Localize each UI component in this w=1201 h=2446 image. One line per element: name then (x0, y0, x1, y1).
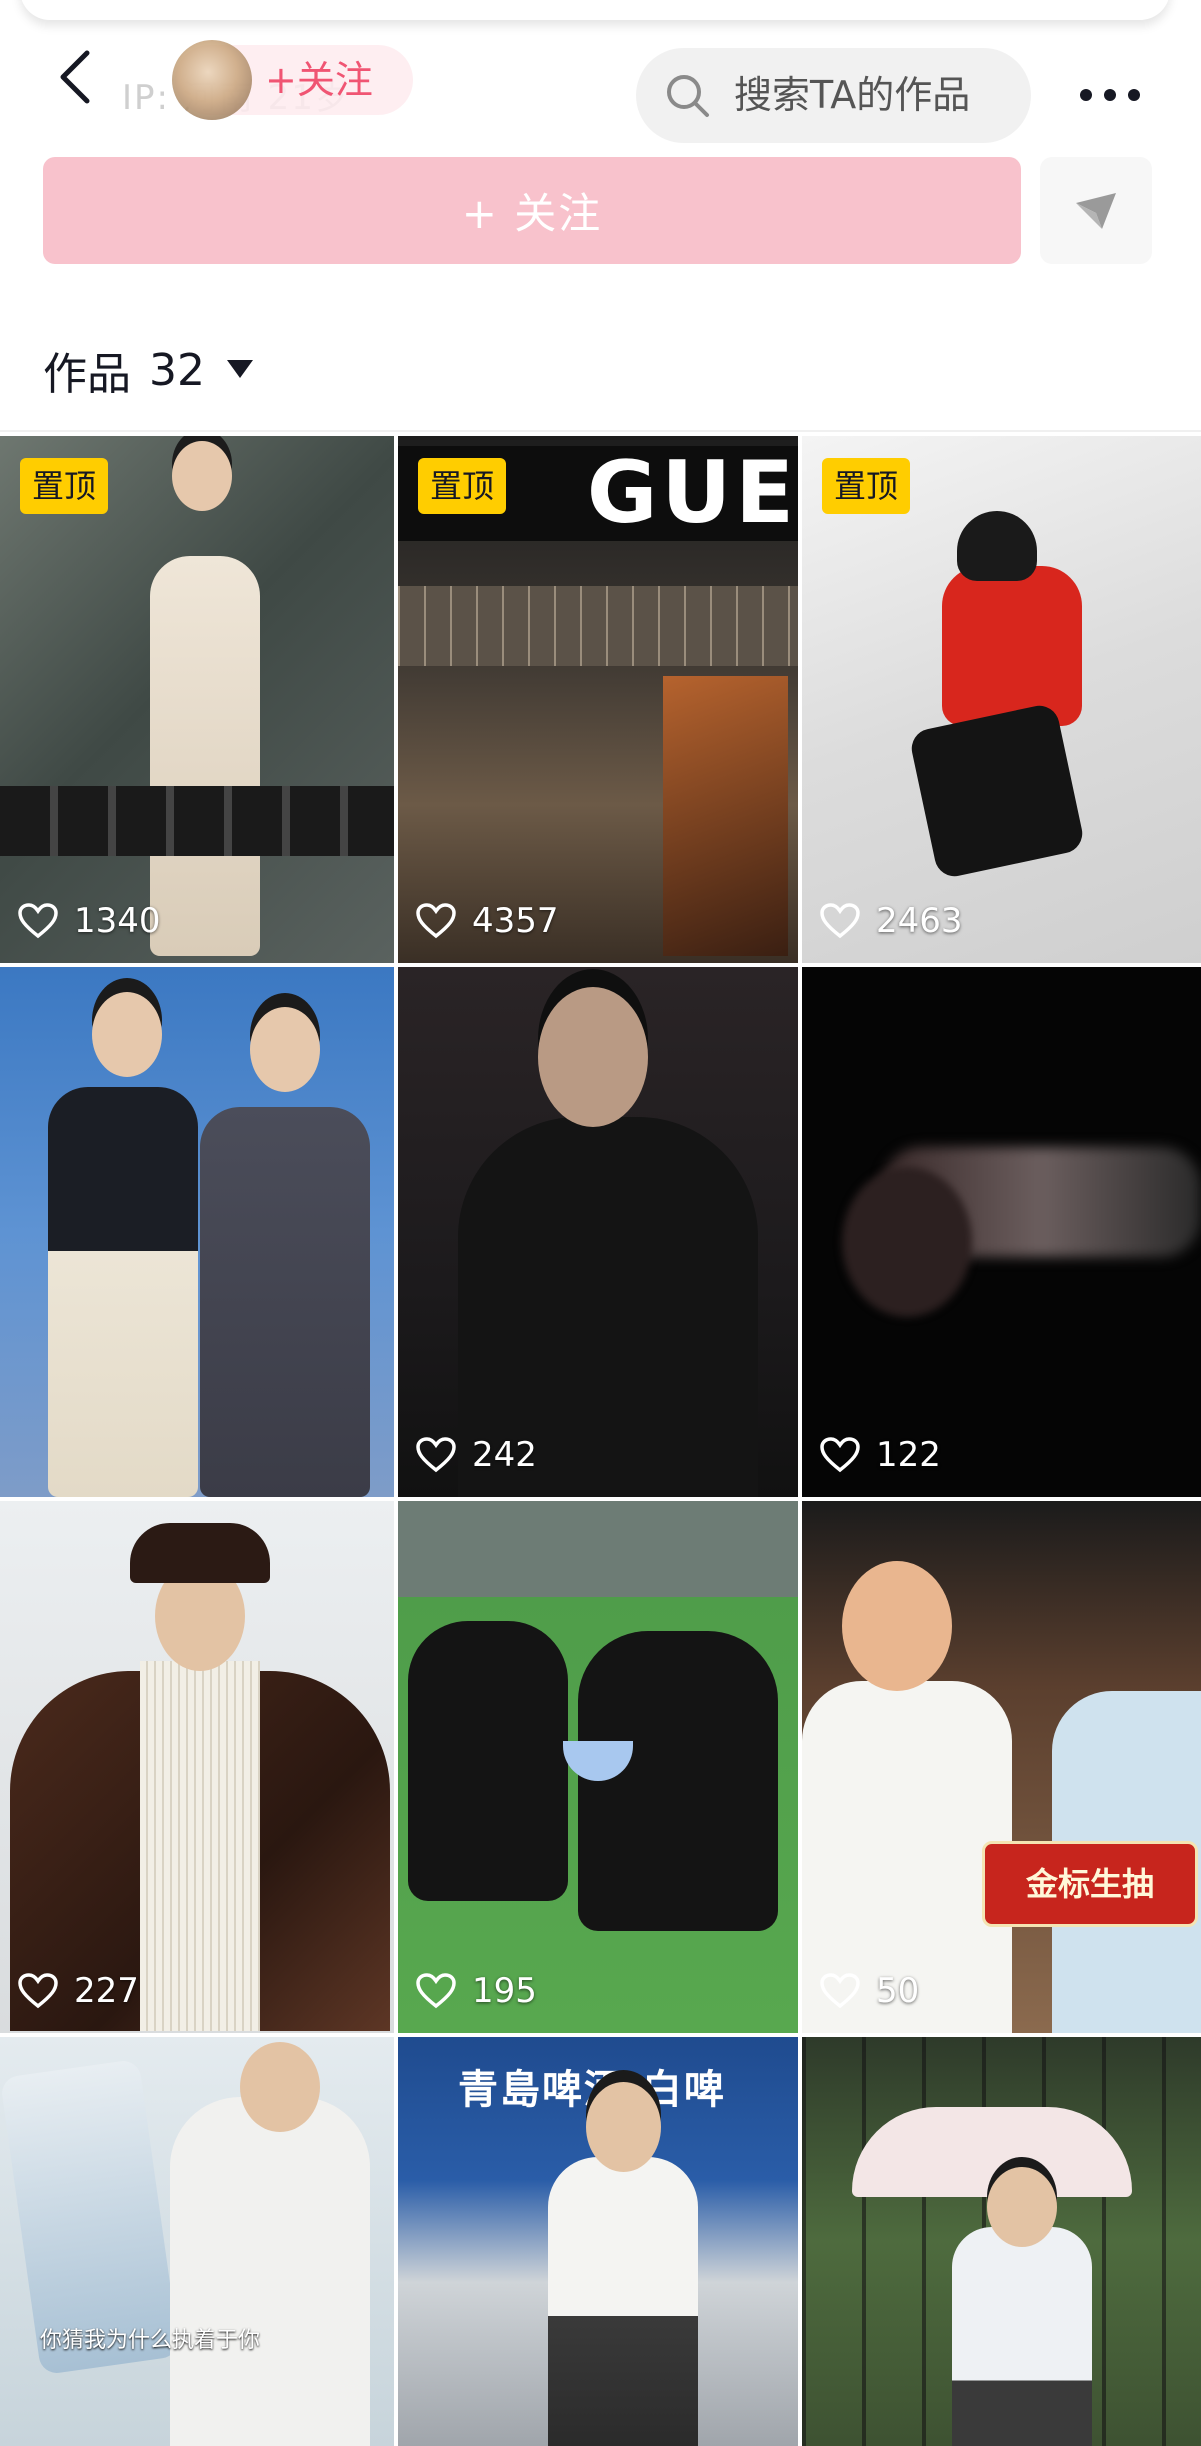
video-tile-11[interactable]: 青島啤酒 白啤 (398, 2037, 798, 2446)
thumbnail-head (586, 2082, 661, 2172)
works-label: 作品 (43, 349, 131, 400)
video-tile-9[interactable]: 金标生抽 50 (802, 1501, 1201, 2033)
pinned-badge: 置顶 (418, 458, 507, 514)
thumbnail-figure (548, 2157, 698, 2446)
heart-icon (18, 903, 58, 939)
divider (0, 430, 1201, 432)
follow-button[interactable]: + 关注 (43, 157, 1021, 264)
sauce-sign: 金标生抽 (982, 1841, 1198, 1927)
thumbnail-head (987, 2167, 1057, 2247)
back-button[interactable] (40, 42, 110, 112)
share-button[interactable] (1040, 157, 1152, 264)
more-dots-icon (1080, 89, 1140, 101)
triangle-down-icon (227, 360, 253, 378)
video-tile-8[interactable]: 195 (398, 1501, 798, 2033)
video-tile-12[interactable] (802, 2037, 1201, 2446)
profile-page: IP: 河南 21岁 +关注 搜索TA的作品 + 关注 作品 (0, 0, 1201, 2446)
video-tile-1[interactable]: 置顶 1340 (0, 436, 394, 963)
heart-icon (820, 1973, 860, 2009)
umbrella (852, 2107, 1132, 2197)
thumbnail-head (842, 1167, 972, 1317)
like-count: 4357 (416, 901, 559, 941)
pinned-badge: 置顶 (20, 458, 109, 514)
follow-small-button-label[interactable]: +关注 (265, 50, 373, 110)
thumbnail-head (250, 1007, 320, 1092)
thumbnail-head (92, 992, 162, 1077)
thumbnail-shirt (140, 1661, 260, 2031)
video-tile-7[interactable]: 227 (0, 1501, 394, 2033)
thumbnail-head (240, 2042, 320, 2132)
thumbnail-figure (170, 2097, 370, 2446)
like-count: 50 (820, 1971, 919, 2011)
thumbnail-jacket (942, 566, 1082, 726)
thumbnail-figure (952, 2227, 1092, 2446)
thumbnail-head (842, 1561, 952, 1691)
video-tile-5[interactable]: 242 (398, 967, 798, 1497)
pinned-badge: 置顶 (822, 458, 911, 514)
search-input[interactable]: 搜索TA的作品 (636, 48, 1031, 143)
thumbnail-legs (908, 702, 1086, 880)
send-icon (1076, 192, 1116, 229)
search-placeholder: 搜索TA的作品 (734, 73, 971, 117)
heart-icon (820, 1437, 860, 1473)
chevron-left-icon (60, 50, 90, 104)
thumbnail-figure (200, 1107, 370, 1497)
display-panel (663, 676, 788, 956)
heart-icon (416, 903, 456, 939)
ceiling-grid (398, 586, 798, 666)
video-tile-3[interactable]: 置顶 2463 (802, 436, 1201, 963)
like-count: 195 (416, 1971, 537, 2011)
video-tile-10[interactable]: 你猜我为什么执着于你 (0, 2037, 394, 2446)
header-bar: IP: 河南 21岁 +关注 搜索TA的作品 (0, 20, 1201, 143)
stage-lights (0, 786, 394, 856)
like-count: 1340 (18, 901, 161, 941)
thumbnail-figure (408, 1621, 568, 1901)
like-count: 227 (18, 1971, 139, 2011)
works-tab-header[interactable]: 作品 32 (43, 340, 253, 400)
heart-icon (416, 1973, 456, 2009)
thumbnail-figure (578, 1631, 778, 1931)
heart-icon (416, 1437, 456, 1473)
like-count: 2463 (820, 901, 963, 941)
like-count: 122 (820, 1435, 941, 1475)
thumbnail-figure (48, 1087, 198, 1497)
video-tile-6[interactable]: 122 (802, 967, 1201, 1497)
thumbnail-figure (150, 556, 260, 956)
thumbnail-head (538, 987, 648, 1127)
thumbnail-hat (130, 1523, 270, 1583)
thumbnail-helmet (957, 511, 1037, 581)
works-count: 32 (149, 344, 205, 396)
video-tile-4[interactable] (0, 967, 394, 1497)
more-button[interactable] (1070, 65, 1150, 125)
video-subtitle: 你猜我为什么执着于你 (40, 2328, 261, 2353)
top-sheet-edge (20, 0, 1170, 20)
avatar[interactable] (172, 40, 252, 120)
works-grid: 置顶 1340 GUE 置顶 4357 置顶 2463 242 122 227 … (0, 436, 1201, 2446)
search-icon (667, 75, 709, 117)
video-tile-2[interactable]: GUE 置顶 4357 (398, 436, 798, 963)
heart-icon (18, 1973, 58, 2009)
like-count: 242 (416, 1435, 537, 1475)
thumbnail-head (172, 441, 232, 511)
heart-icon (820, 903, 860, 939)
